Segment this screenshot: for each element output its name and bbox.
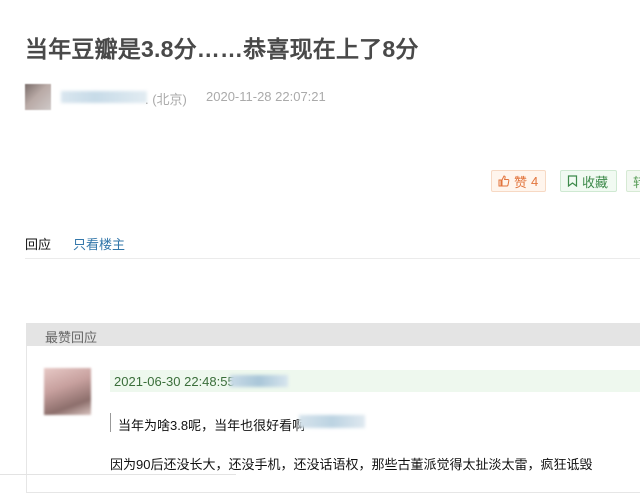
post-time: 2020-11-28 22:07:21 — [206, 89, 326, 104]
favorite-button[interactable]: 收藏 — [560, 170, 617, 192]
tab-only-op[interactable]: 只看楼主 — [73, 234, 125, 253]
post-title: 当年豆瓣是3.8分……恭喜现在上了8分 — [25, 36, 419, 62]
author-avatar[interactable] — [25, 84, 51, 110]
favorite-label: 收藏 — [582, 174, 609, 190]
best-replies-title: 最赞回应 — [45, 330, 98, 345]
share-button[interactable]: 转 — [626, 170, 640, 192]
tab-reply[interactable]: 回应 — [25, 234, 51, 253]
author-location: . (北京) — [145, 92, 187, 107]
comment-time: 2021-06-30 22:48:55 — [114, 374, 235, 389]
quoted-user-blurred — [299, 415, 365, 428]
commenter-avatar[interactable] — [44, 368, 91, 415]
share-label: 转 — [633, 174, 640, 190]
like-count: 4 — [531, 173, 539, 189]
thumbs-up-icon — [498, 175, 510, 187]
commenter-name-blurred[interactable] — [230, 375, 288, 387]
comment-meta: 2021-06-30 22:48:55 — [110, 370, 640, 392]
like-label: 赞 — [514, 174, 528, 190]
author-name-blurred[interactable] — [61, 91, 147, 103]
bookmark-icon — [567, 175, 578, 187]
like-button[interactable]: 赞 4 — [491, 170, 546, 192]
bottom-divider — [0, 474, 236, 475]
best-replies-header: 最赞回应 — [26, 323, 640, 346]
quote-bar — [110, 413, 111, 432]
quoted-text: 当年为啥3.8呢，当年也很好看啊 — [118, 418, 306, 433]
tabs-divider — [25, 258, 640, 259]
comment-body: 因为90后还没长大，还没手机，还没话语权，那些古董派觉得太扯淡太雷，疯狂诋毁 — [110, 457, 593, 472]
